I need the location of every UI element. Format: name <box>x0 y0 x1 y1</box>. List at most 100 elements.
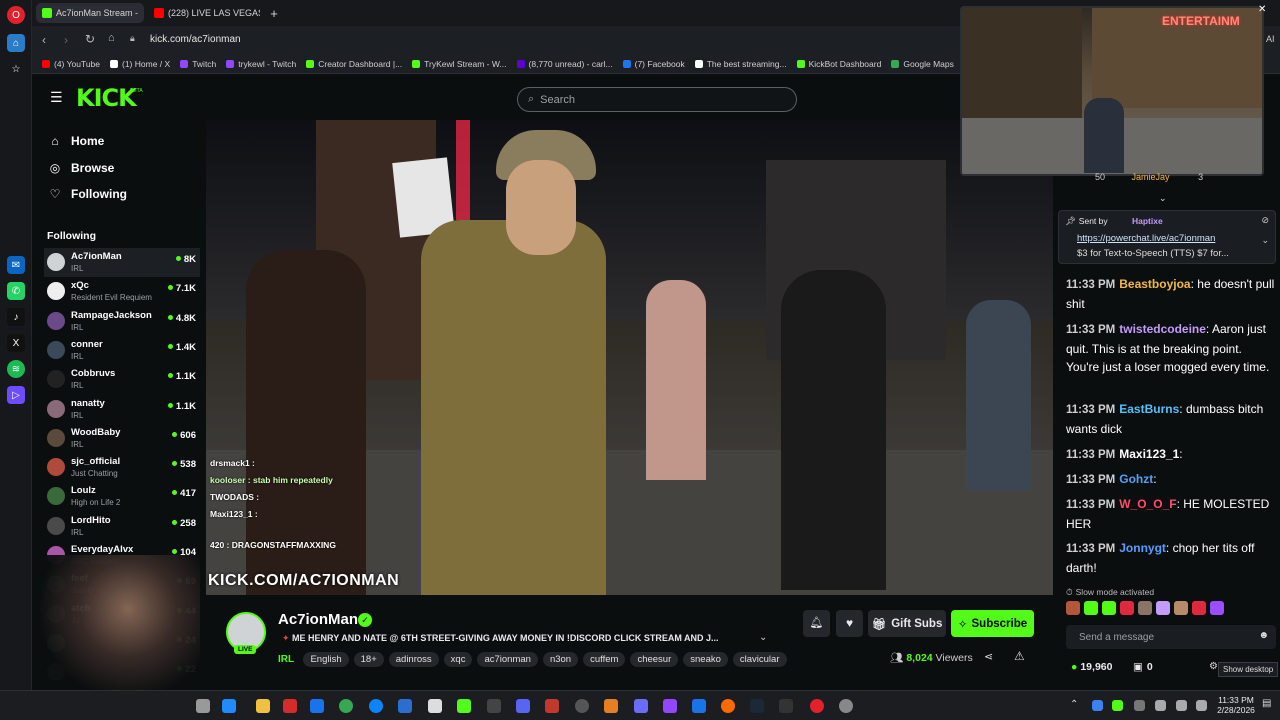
emoji-picker-icon[interactable]: ☻ <box>1258 630 1269 641</box>
following-channel[interactable]: nanatty IRL 1.1K <box>44 395 200 424</box>
taskbar-app-icon[interactable] <box>222 699 236 713</box>
chat-input[interactable]: Send a message ☻ <box>1066 625 1276 649</box>
bookmark-item[interactable]: The best streaming... <box>694 59 787 69</box>
following-channel[interactable]: RampageJackson IRL 4.8K <box>44 307 200 336</box>
folder-icon[interactable] <box>256 699 270 713</box>
taskbar-app-icon[interactable] <box>721 699 735 713</box>
taskbar-app-icon[interactable] <box>283 699 297 713</box>
steam-icon[interactable] <box>750 699 764 713</box>
nav-home[interactable]: ⌂ Home <box>48 134 104 148</box>
kick-logo[interactable]: KICK <box>76 84 137 112</box>
subscribe-button[interactable]: ✧ Subscribe <box>951 610 1034 637</box>
bookmark-item[interactable]: trykewl - Twitch <box>226 59 296 69</box>
gift-count[interactable]: ▣ 0 <box>1133 661 1153 673</box>
taskbar-app-icon[interactable] <box>663 699 677 713</box>
bookmark-item[interactable]: (7) Facebook <box>622 59 685 69</box>
emote-icon[interactable] <box>1174 601 1188 615</box>
following-channel[interactable]: Loulz High on Life 2 417 <box>44 482 200 511</box>
following-channel[interactable]: WoodBaby IRL 606 <box>44 424 200 453</box>
taskbar-app-icon[interactable] <box>545 699 559 713</box>
new-tab-button[interactable]: + <box>264 3 284 23</box>
bookmark-item[interactable]: (8,770 unread) - carl... <box>516 59 613 69</box>
stream-tag[interactable]: sneako <box>683 652 728 667</box>
leaderboard-user[interactable]: JamieJay <box>1132 172 1170 182</box>
x-icon[interactable]: X <box>7 334 25 352</box>
emote-icon[interactable] <box>1084 601 1098 615</box>
stream-tag[interactable]: English <box>303 652 349 667</box>
bookmark-item[interactable]: TryKewl Stream - W... <box>412 59 507 69</box>
emote-icon[interactable] <box>1210 601 1224 615</box>
notification-bell-icon[interactable]: 🔔︎ <box>803 610 830 637</box>
emote-icon[interactable] <box>1138 601 1152 615</box>
channel-points[interactable]: ● 19,960 <box>1071 661 1112 673</box>
message-username[interactable]: Beastboyjoa <box>1119 277 1190 291</box>
tiktok-icon[interactable]: ♪ <box>7 308 25 326</box>
pinned-link[interactable]: https://powerchat.live/ac7ionman <box>1077 233 1215 244</box>
follow-heart-icon[interactable]: ♥ <box>836 610 863 637</box>
stream-tag[interactable]: clavicular <box>732 652 787 667</box>
taskbar-app-icon[interactable] <box>634 699 648 713</box>
pip-close-icon[interactable]: ✕ <box>1258 4 1266 15</box>
expand-pinned-icon[interactable]: ⌄ <box>1261 235 1269 246</box>
gift-subs-button[interactable]: 🎁︎ Gift Subs <box>868 610 946 637</box>
message-username[interactable]: Gohzt <box>1119 472 1153 486</box>
tab-kick[interactable]: Ac7ionMan Stream - <box>36 3 144 23</box>
unpin-icon[interactable]: ⊘ <box>1261 215 1269 226</box>
kick-app-icon[interactable] <box>457 699 471 713</box>
browser-ai-label[interactable]: AI <box>1266 34 1275 44</box>
following-channel[interactable]: sjc_official Just Chatting 538 <box>44 453 200 482</box>
stream-tag[interactable]: cuffem <box>583 652 626 667</box>
bookmark-item[interactable]: (1) Home / X <box>110 59 170 69</box>
reload-icon[interactable]: ↻ <box>85 32 95 46</box>
bookmarks-star-icon[interactable]: ☆ <box>7 60 25 78</box>
pinned-message[interactable]: 📌︎ Sent by Haptixe https://powerchat.live… <box>1058 210 1276 264</box>
taskbar-app-icon[interactable] <box>692 699 706 713</box>
taskbar-app-icon[interactable] <box>839 699 853 713</box>
nav-browse[interactable]: ◎ Browse <box>48 161 115 175</box>
bookmark-item[interactable]: Google Maps <box>891 59 954 69</box>
epic-games-icon[interactable] <box>779 699 793 713</box>
notifications-icon[interactable]: ▤ <box>1262 698 1271 709</box>
spotify-icon[interactable]: ≋ <box>7 360 25 378</box>
bookmark-item[interactable]: Twitch <box>180 59 216 69</box>
messenger-icon[interactable]: ✉ <box>7 256 25 274</box>
collapse-chevron-icon[interactable]: ⌄ <box>1159 193 1167 204</box>
stream-tag[interactable]: 18+ <box>353 652 384 667</box>
message-username[interactable]: W_O_O_F <box>1119 497 1176 511</box>
message-username[interactable]: twistedcodeine <box>1119 322 1206 336</box>
stream-tag[interactable]: n3on <box>542 652 579 667</box>
tray-app-icon[interactable] <box>1134 700 1145 711</box>
report-icon[interactable]: ⚠ <box>1014 649 1025 663</box>
emote-icon[interactable] <box>1192 601 1206 615</box>
bookmark-item[interactable]: Creator Dashboard |... <box>306 59 402 69</box>
taskbar-app-icon[interactable] <box>428 699 442 713</box>
edge-icon[interactable] <box>369 699 383 713</box>
message-username[interactable]: Jonnygt <box>1119 541 1166 555</box>
stream-tag[interactable]: ac7ionman <box>477 652 538 667</box>
nav-following[interactable]: ♡ Following <box>48 187 127 201</box>
chat-settings-gear-icon[interactable]: ⚙ <box>1209 661 1218 672</box>
following-channel[interactable]: conner IRL 1.4K <box>44 336 200 365</box>
message-username[interactable]: EastBurns <box>1119 402 1179 416</box>
speed-dial-icon[interactable]: ⌂ <box>7 34 25 52</box>
stream-tag[interactable]: xqc <box>443 652 473 667</box>
home-icon[interactable]: ⌂ <box>108 32 115 44</box>
following-channel[interactable]: xQc Resident Evil Requiem 7.1K <box>44 277 200 306</box>
tray-chevron-icon[interactable]: ⌃ <box>1070 699 1078 710</box>
volume-icon[interactable] <box>1196 700 1207 711</box>
taskbar-app-icon[interactable] <box>604 699 618 713</box>
video-player[interactable]: drsmack1 : kooloser : stab him repeatedl… <box>206 120 1053 595</box>
taskbar-app-icon[interactable] <box>398 699 412 713</box>
picture-in-picture[interactable]: ENTERTAINM <box>960 6 1264 176</box>
following-channel[interactable]: Cobbruvs IRL 1.1K <box>44 365 200 394</box>
pinned-sender[interactable]: Haptixe <box>1132 216 1163 226</box>
taskbar-app-icon[interactable] <box>310 699 324 713</box>
emote-icon[interactable] <box>1120 601 1134 615</box>
microphone-icon[interactable] <box>1155 700 1166 711</box>
share-icon[interactable]: ⋖ <box>984 650 993 663</box>
channel-name[interactable]: Ac7ionMan <box>278 611 358 628</box>
following-channel[interactable]: LordHito IRL 258 <box>44 512 200 541</box>
category-link[interactable]: IRL <box>278 654 294 665</box>
obs-icon[interactable] <box>575 699 589 713</box>
taskbar-app-icon[interactable] <box>487 699 501 713</box>
